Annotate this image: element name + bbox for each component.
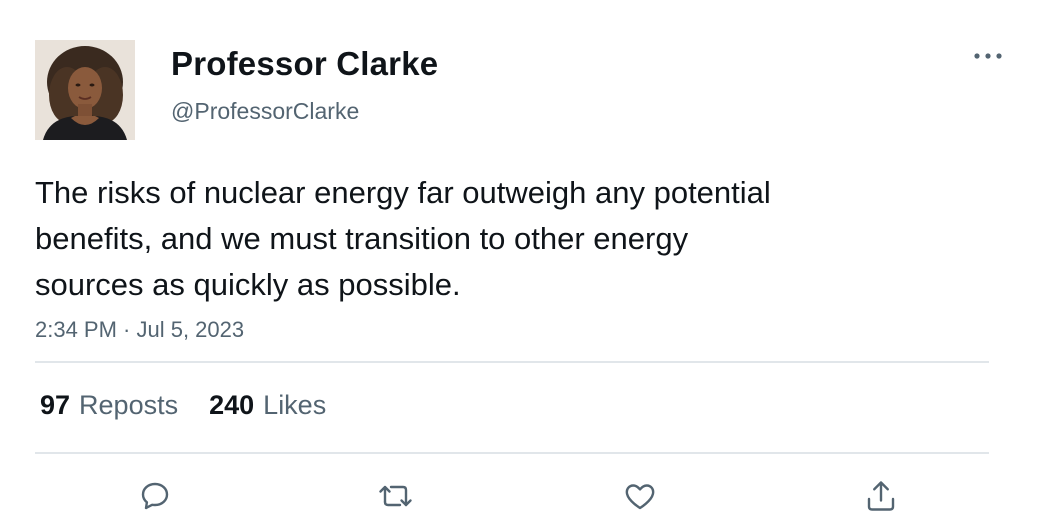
avatar-photo xyxy=(35,40,135,140)
tweet-card: Professor Clarke @ProfessorClarke The ri… xyxy=(0,0,1050,525)
engagement-stats: 97 Reposts 240 Likes xyxy=(40,389,357,421)
reposts-count: 97 xyxy=(40,390,71,420)
reply-button[interactable] xyxy=(133,474,177,518)
reply-icon xyxy=(141,482,169,510)
display-name[interactable]: Professor Clarke xyxy=(171,44,438,84)
repost-icon xyxy=(379,485,412,507)
heart-icon xyxy=(625,484,655,510)
action-bar xyxy=(0,470,1050,520)
more-options-button[interactable] xyxy=(968,42,1008,70)
divider xyxy=(35,361,989,363)
divider xyxy=(35,452,989,454)
likes-stat[interactable]: 240 Likes xyxy=(209,389,326,421)
share-icon xyxy=(867,481,895,511)
reposts-label: Reposts xyxy=(79,390,179,420)
likes-count: 240 xyxy=(209,390,255,420)
repost-button[interactable] xyxy=(375,474,419,518)
reposts-stat[interactable]: 97 Reposts xyxy=(40,389,178,421)
more-horizontal-icon xyxy=(974,53,1002,59)
user-handle[interactable]: @ProfessorClarke xyxy=(171,97,359,125)
likes-label: Likes xyxy=(263,390,327,420)
avatar[interactable] xyxy=(35,40,135,140)
like-button[interactable] xyxy=(618,474,662,518)
share-button[interactable] xyxy=(859,474,903,518)
tweet-text: The risks of nuclear energy far outweigh… xyxy=(35,175,771,302)
tweet-timestamp[interactable]: 2:34 PM · Jul 5, 2023 xyxy=(35,316,244,344)
